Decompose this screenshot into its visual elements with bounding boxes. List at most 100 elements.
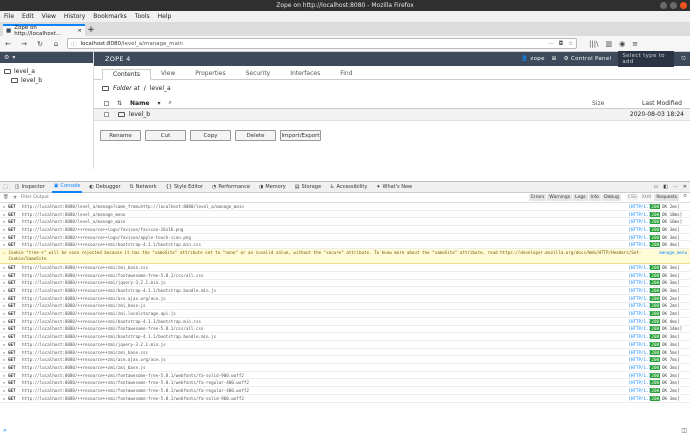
- account-icon[interactable]: ◉: [619, 40, 625, 48]
- menu-edit[interactable]: Edit: [22, 13, 34, 20]
- console-log-row[interactable]: ▸ GET http://localhost:8080/++resource++zm…: [0, 395, 690, 403]
- close-window-button[interactable]: [680, 2, 687, 9]
- request-url[interactable]: http://localhost:8080/++resource++zmi/fo…: [22, 326, 628, 331]
- devtools-tab-whats-new[interactable]: ✦ What's New: [374, 182, 414, 193]
- page-actions-icon[interactable]: ···: [548, 41, 553, 47]
- menu-file[interactable]: File: [4, 13, 14, 20]
- devtools-tab-debugger[interactable]: ◐ Debugger: [87, 182, 122, 193]
- devtools-tab-memory[interactable]: ◑ Memory: [257, 182, 288, 193]
- logout-icon[interactable]: ⎋: [681, 56, 686, 63]
- import-export-button[interactable]: Import/Export: [280, 130, 321, 141]
- sort-icon[interactable]: ⇅: [117, 100, 122, 107]
- menu-bookmarks[interactable]: Bookmarks: [93, 13, 127, 20]
- console-log-row[interactable]: ▸ GET http://localhost:8080/level_a/manage…: [0, 203, 690, 211]
- sitemap-icon[interactable]: ⊞: [552, 56, 557, 62]
- request-url[interactable]: http://localhost:8080/++resource++zmi/bo…: [22, 334, 628, 339]
- info-icon[interactable]: ⓘ: [71, 40, 77, 48]
- console-log-row[interactable]: ▸ GET http://localhost:8080/++resource++zm…: [0, 318, 690, 326]
- request-url[interactable]: http://localhost:8080/++resource++zmi/bo…: [22, 319, 628, 324]
- maximize-button[interactable]: [670, 2, 677, 9]
- delete-button[interactable]: Delete: [235, 130, 276, 141]
- devtools-menu-icon[interactable]: ···: [673, 184, 678, 190]
- devtools-tab-performance[interactable]: ◔ Performance: [210, 182, 252, 193]
- console-log-row[interactable]: ▸ GET http://localhost:8080/++resource++zm…: [0, 280, 690, 288]
- tab-interfaces[interactable]: Interfaces: [280, 68, 330, 79]
- filter-input[interactable]: Filter Output: [21, 195, 49, 200]
- home-button[interactable]: ⌂: [51, 40, 61, 48]
- breadcrumb-separator[interactable]: /: [144, 85, 146, 92]
- hamburger-menu-icon[interactable]: ≡: [632, 40, 638, 48]
- rename-button[interactable]: Rename: [100, 130, 141, 141]
- tab-properties[interactable]: Properties: [185, 68, 235, 79]
- warning-source[interactable]: manage_menu: [649, 250, 687, 255]
- request-url[interactable]: http://localhost:8080/++resource++zmi/jq…: [22, 342, 628, 347]
- menu-history[interactable]: History: [64, 13, 85, 20]
- menu-help[interactable]: Help: [158, 13, 172, 20]
- reload-button[interactable]: ↻: [35, 40, 45, 48]
- row-name[interactable]: level_b: [129, 111, 150, 118]
- pick-element-icon[interactable]: ⬚: [3, 184, 8, 190]
- request-url[interactable]: http://localhost:8080/++resource++zmi/zm…: [22, 265, 628, 270]
- back-button[interactable]: ←: [3, 40, 13, 48]
- zope-brand[interactable]: ZOPE 4: [105, 55, 131, 63]
- tab-find[interactable]: Find: [330, 68, 362, 79]
- request-url[interactable]: http://localhost:8080/level_a/manage_men…: [22, 212, 628, 217]
- dock-icon[interactable]: ◧: [663, 184, 668, 190]
- split-console-icon[interactable]: ▭: [654, 184, 659, 190]
- console-settings-icon[interactable]: ⚙: [683, 194, 687, 201]
- console-log-row[interactable]: ▸ GET http://localhost:8080/++resource++zm…: [0, 356, 690, 365]
- control-panel-link[interactable]: ⚙ Control Panel: [564, 56, 612, 62]
- chip-debug[interactable]: Debug: [602, 194, 621, 201]
- console-log-row[interactable]: ▸ GET http://localhost:8080/++resource++zm…: [0, 264, 690, 272]
- console-log-row[interactable]: ▸ GET http://localhost:8080/++resource++zm…: [0, 295, 690, 303]
- table-row[interactable]: level_b 2020-08-03 18:24: [94, 109, 690, 121]
- library-icon[interactable]: |||\: [589, 40, 598, 48]
- request-url[interactable]: http://localhost:8080/++resource++zmi/zm…: [22, 303, 628, 308]
- tab-contents[interactable]: Contents: [102, 69, 151, 80]
- chevron-down-icon[interactable]: ▾: [12, 54, 15, 61]
- new-tab-button[interactable]: +: [85, 24, 97, 36]
- cut-button[interactable]: Cut: [145, 130, 186, 141]
- console-log-row[interactable]: ▸ GET http://localhost:8080/++resource++zm…: [0, 310, 690, 318]
- request-url[interactable]: http://localhost:8080/++resource++zmi/zm…: [22, 365, 628, 370]
- request-url[interactable]: http://localhost:8080/++resource++zmi/fo…: [22, 273, 628, 278]
- console-log-row[interactable]: ▸ GET http://localhost:8080/++resource++zm…: [0, 272, 690, 280]
- console-log-row[interactable]: ▸ GET http://localhost:8080/++resource++zm…: [0, 372, 690, 380]
- request-url[interactable]: http://localhost:8080/++resource++zmi/fo…: [22, 380, 628, 385]
- request-url[interactable]: http://localhost:8080/++resource++logo/f…: [22, 227, 628, 232]
- console-log-row[interactable]: ▸ GET http://localhost:8080/level_a/manage…: [0, 218, 690, 227]
- chip-warnings[interactable]: Warnings: [547, 194, 573, 201]
- column-last-modified[interactable]: Last Modified: [632, 100, 682, 107]
- console-log-row[interactable]: ▸ GET http://localhost:8080/++resource++zm…: [0, 349, 690, 357]
- request-url[interactable]: http://localhost:8080/++resource++zmi/fo…: [22, 373, 628, 378]
- request-url[interactable]: http://localhost:8080/++resource++zmi/fo…: [22, 396, 628, 401]
- request-url[interactable]: http://localhost:8080/++resource++zmi/ac…: [22, 296, 628, 301]
- minimize-button[interactable]: [660, 2, 667, 9]
- console-log-row[interactable]: ▸ GET http://localhost:8080/++resource++zm…: [0, 364, 690, 372]
- bookmark-star-icon[interactable]: ☆: [568, 41, 573, 47]
- console-log-row[interactable]: ▸ GET http://localhost:8080/level_a/manage…: [0, 211, 690, 219]
- devtools-tab-accessibility[interactable]: ♿ Accessibility: [328, 182, 369, 193]
- devtools-tab-style-editor[interactable]: {} Style Editor: [164, 182, 205, 193]
- chip-logs[interactable]: Logs: [573, 194, 588, 201]
- chip-errors[interactable]: Errors: [528, 194, 547, 201]
- row-checkbox[interactable]: [104, 112, 109, 117]
- browser-tab[interactable]: ■ Zope on http://localhost... ×: [3, 24, 85, 37]
- console-log-row[interactable]: ▸ GET http://localhost:8080/++resource++zm…: [0, 341, 690, 349]
- menu-tools[interactable]: Tools: [135, 13, 150, 20]
- request-url[interactable]: http://localhost:8080/level_a/manage_mai…: [22, 219, 628, 224]
- request-url[interactable]: http://localhost:8080/++resource++zmi/fo…: [22, 388, 628, 393]
- console-log-row[interactable]: ▸ GET http://localhost:8080/++resource++zm…: [0, 303, 690, 311]
- console-prompt[interactable]: »: [3, 427, 7, 434]
- breadcrumb-path[interactable]: level_a: [150, 85, 171, 92]
- console-log-row[interactable]: ▸ GET http://localhost:8080/++resource++zm…: [0, 333, 690, 341]
- editor-mode-icon[interactable]: ◫: [681, 427, 687, 434]
- request-url[interactable]: http://localhost:8080/++resource++zmi/bo…: [22, 242, 628, 247]
- column-size[interactable]: Size: [592, 100, 632, 107]
- devtools-tab-inspector[interactable]: ◫ Inspector: [13, 182, 47, 193]
- request-url[interactable]: http://localhost:8080/++resource++zmi/ac…: [22, 357, 628, 362]
- copy-button[interactable]: Copy: [190, 130, 231, 141]
- devtools-tab-storage[interactable]: ▤ Storage: [293, 182, 323, 193]
- close-devtools-icon[interactable]: ✕: [683, 184, 687, 190]
- console-log-row[interactable]: ▸ GET http://localhost:8080/++resource++lo…: [0, 226, 690, 234]
